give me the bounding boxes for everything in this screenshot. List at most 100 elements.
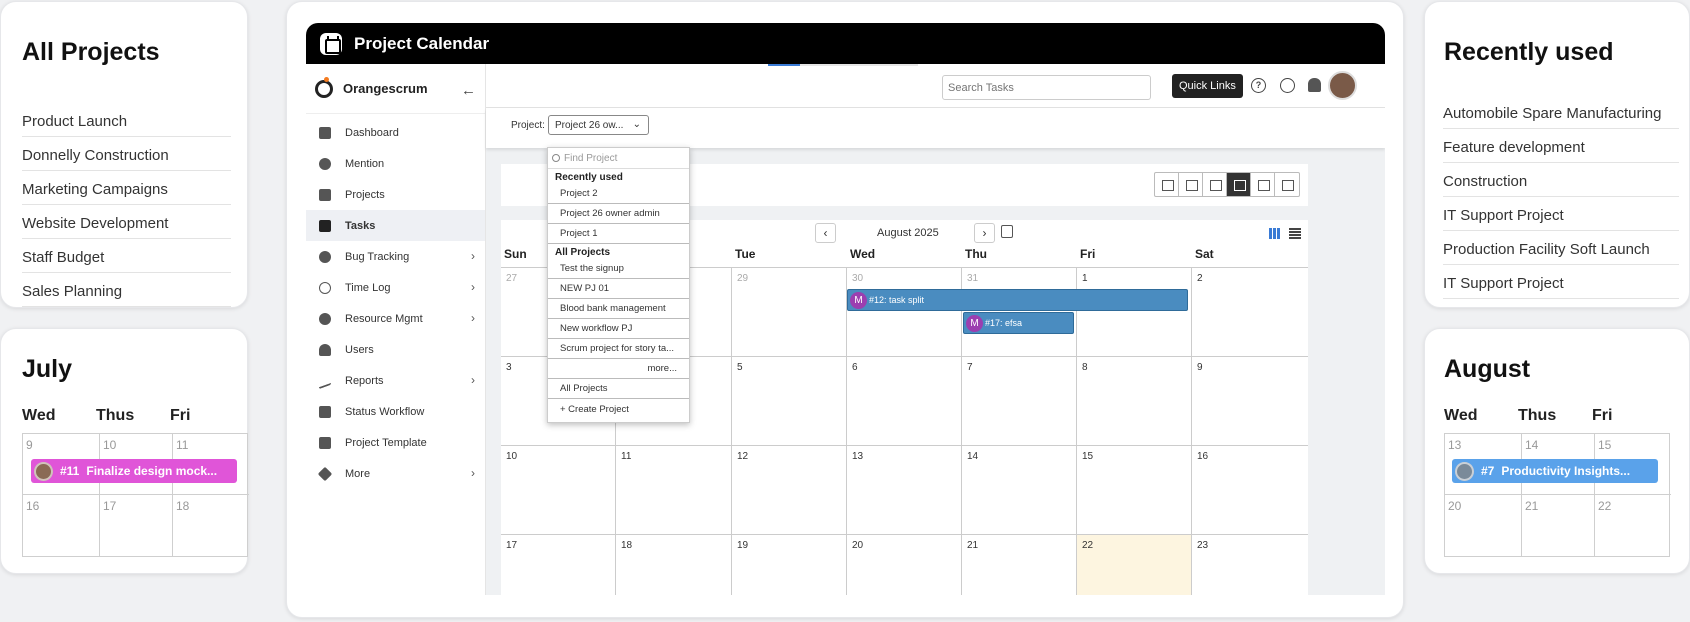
project-list-item[interactable]: Website Development [22,205,231,239]
task-check-icon [319,219,331,232]
day-cell[interactable]: 19 [732,535,847,595]
day-cell[interactable]: 7 [962,357,1077,445]
day-cell[interactable]: 12 [732,446,847,534]
day-cell[interactable]: 8 [1077,357,1192,445]
calendar-event[interactable]: M #12: task split [847,289,1188,311]
dropdown-project-item[interactable]: Project 26 owner admin [548,204,689,224]
event-title: Productivity Insights... [1501,464,1631,478]
project-select[interactable]: Project 26 ow... ⌄ [548,115,649,135]
dropdown-project-item[interactable]: Scrum project for story ta... [548,339,689,359]
month-view-icon[interactable] [1269,228,1281,239]
compact-view-icon[interactable] [1179,173,1203,196]
day-cell[interactable]: 18 [616,535,732,595]
sidebar-item-more[interactable]: More › [306,458,485,489]
timeline-view-icon[interactable] [1275,173,1299,196]
project-list-item[interactable]: Product Launch [22,103,231,137]
day-cell[interactable]: 9 [1192,357,1308,445]
day-cell[interactable]: 21 [962,535,1077,595]
day-cell[interactable]: 17 [100,495,173,557]
day-cell-today[interactable]: 22 [1077,535,1192,595]
create-project-button[interactable]: + Create Project [548,399,689,419]
dropdown-project-item[interactable]: Project 1 [548,224,689,244]
day-cell[interactable]: 1 [1077,268,1192,356]
day-cell[interactable]: 11 [616,446,732,534]
dropdown-project-item[interactable]: Blood bank management [548,299,689,319]
dropdown-project-item[interactable]: Project 2 [548,184,689,204]
briefcase-icon [319,188,331,201]
project-list-item[interactable]: Marketing Campaigns [22,171,231,205]
assignee-avatar [1455,461,1474,481]
day-cell[interactable]: 2 [1192,268,1308,356]
day-cell[interactable]: 16 [1192,446,1308,534]
day-cell[interactable]: 23 [1192,535,1308,595]
recent-project-item[interactable]: IT Support Project [1443,197,1679,231]
date-picker-icon[interactable] [1001,225,1013,238]
prev-month-button[interactable]: ‹ [815,223,836,243]
project-select-value: Project 26 ow... [555,120,624,131]
list-rows-icon[interactable] [1289,228,1301,239]
day-cell[interactable]: 17 [501,535,616,595]
dropdown-project-item[interactable]: New workflow PJ [548,319,689,339]
sidebar-item-bug-tracking[interactable]: Bug Tracking › [306,241,485,272]
dropdown-project-item[interactable]: Test the signup [548,259,689,279]
project-list-item[interactable]: Sales Planning [22,273,231,307]
more-projects-link[interactable]: more... [548,359,689,379]
project-list-item[interactable]: Staff Budget [22,239,231,273]
day-cell[interactable]: 6 [847,357,962,445]
sidebar-item-status-workflow[interactable]: Status Workflow [306,396,485,427]
august-calendar-card: August Wed Thus Fri 13 14 15 20 21 22 #7… [1424,328,1690,574]
day-cell[interactable]: 15 [1077,446,1192,534]
day-cell[interactable]: 22 [1595,495,1671,557]
recent-project-item[interactable]: Feature development [1443,129,1679,163]
calendar-view-icon[interactable] [1227,173,1251,196]
day-cell[interactable]: 20 [847,535,962,595]
notification-bell-icon[interactable] [1308,78,1321,92]
chart-line-icon [319,372,331,389]
search-tasks-input[interactable] [942,75,1151,100]
sidebar-item-reports[interactable]: Reports › [306,365,485,396]
day-cell[interactable]: 20 [1445,495,1522,557]
find-project-input[interactable]: Find Project [548,148,689,169]
day-cell[interactable]: 18 [173,495,249,557]
recent-project-item[interactable]: Production Facility Soft Launch [1443,231,1679,265]
sidebar-item-time-log[interactable]: Time Log › [306,272,485,303]
recent-project-item[interactable]: IT Support Project [1443,265,1679,299]
project-list-item[interactable]: Donnelly Construction [22,137,231,171]
dropdown-project-item[interactable]: NEW PJ 01 [548,279,689,299]
sidebar-item-users[interactable]: Users [306,334,485,365]
july-event[interactable]: #11 Finalize design mock... [31,459,237,483]
gantt-view-icon[interactable] [1251,173,1275,196]
user-avatar[interactable] [1328,71,1357,100]
next-month-button[interactable]: › [974,223,995,243]
day-cell[interactable]: 29 [732,268,847,356]
quick-links-button[interactable]: Quick Links [1172,74,1243,98]
recent-project-item[interactable]: Automobile Spare Manufacturing [1443,95,1679,129]
collapse-arrow-icon[interactable]: ← [461,82,476,99]
day-cell[interactable]: 13 [847,446,962,534]
help-icon[interactable]: ? [1251,78,1266,93]
day-cell[interactable]: 5 [732,357,847,445]
list-view-icon[interactable] [1155,173,1179,196]
day-cell[interactable]: 14 [962,446,1077,534]
sidebar-item-resource-mgmt[interactable]: Resource Mgmt › [306,303,485,334]
day-cell[interactable]: 21 [1522,495,1595,557]
august-event[interactable]: #7 Productivity Insights... [1452,459,1658,483]
sidebar-item-projects[interactable]: Projects [306,179,485,210]
day-cell[interactable]: 30 [847,268,962,356]
resource-icon [319,312,331,325]
day-cell[interactable]: 10 [501,446,616,534]
sidebar-nav: Dashboard Mention Projects Tasks Bug Tra… [306,114,485,489]
sidebar-item-mention[interactable]: Mention [306,148,485,179]
find-project-placeholder: Find Project [564,152,618,164]
calendar-event[interactable]: M #17: efsa [963,312,1074,334]
all-projects-link[interactable]: All Projects [548,379,689,399]
sidebar-item-project-template[interactable]: Project Template [306,427,485,458]
weekday-label: Wed [1444,407,1478,424]
sidebar-item-tasks[interactable]: Tasks [306,210,485,241]
window-titlebar: Project Calendar [306,23,1385,64]
recent-project-item[interactable]: Construction [1443,163,1679,197]
sidebar-item-dashboard[interactable]: Dashboard [306,117,485,148]
history-clock-icon[interactable] [1280,78,1295,93]
day-cell[interactable]: 16 [23,495,100,557]
kanban-view-icon[interactable] [1203,173,1227,196]
